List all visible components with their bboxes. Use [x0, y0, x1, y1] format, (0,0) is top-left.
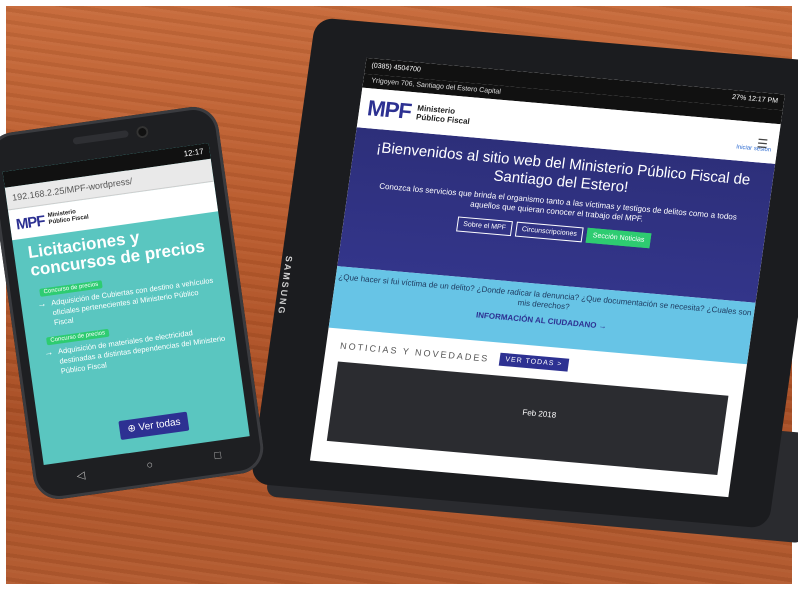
ver-todas-phone-button[interactable]: ⊕ Ver todas [118, 411, 190, 441]
phone-speaker [72, 130, 129, 145]
phone-time: 12:17 [183, 146, 205, 159]
logo-text: Ministerio Público Fiscal [415, 103, 471, 127]
phone-screen: 12:17 192.168.2.25/MPF-wordpress/ MPF Mi… [2, 142, 250, 466]
mpf-logo[interactable]: MPF [366, 95, 413, 125]
seccion-noticias-button[interactable]: Sección Noticias [585, 227, 652, 249]
phone-mpf-logo[interactable]: MPF [15, 212, 46, 233]
circunscripciones-button[interactable]: Circunscripciones [514, 221, 584, 243]
phone-camera [135, 125, 150, 139]
hamburger-menu-icon[interactable]: ☰ [756, 136, 769, 151]
tablet-screen: (0385) 4504700 27% 12:17 PM Yrigoyen 706… [309, 57, 785, 498]
tablet-device: SAMSUNG (0385) 4504700 27% 12:17 PM Yrig… [250, 17, 798, 529]
sobre-mpf-button[interactable]: Sobre el MPF [456, 216, 513, 237]
phone-logo-text: Ministerio Público Fiscal [47, 209, 90, 226]
ver-todas-button[interactable]: VER TODAS > [498, 352, 570, 372]
list-item[interactable]: Adquisición de materiales de electricida… [28, 322, 238, 381]
list-item[interactable]: Adquisición de Cubiertas con destino a v… [21, 274, 231, 333]
photo-scene: SAMSUNG (0385) 4504700 27% 12:17 PM Yrig… [0, 0, 798, 590]
back-icon[interactable]: ◁ [76, 468, 86, 482]
home-icon[interactable]: ○ [146, 459, 154, 472]
recents-icon[interactable]: □ [214, 449, 222, 462]
news-label: NOTICIAS Y NOVEDADES [339, 340, 491, 364]
post-date: Feb 2018 [521, 407, 557, 420]
